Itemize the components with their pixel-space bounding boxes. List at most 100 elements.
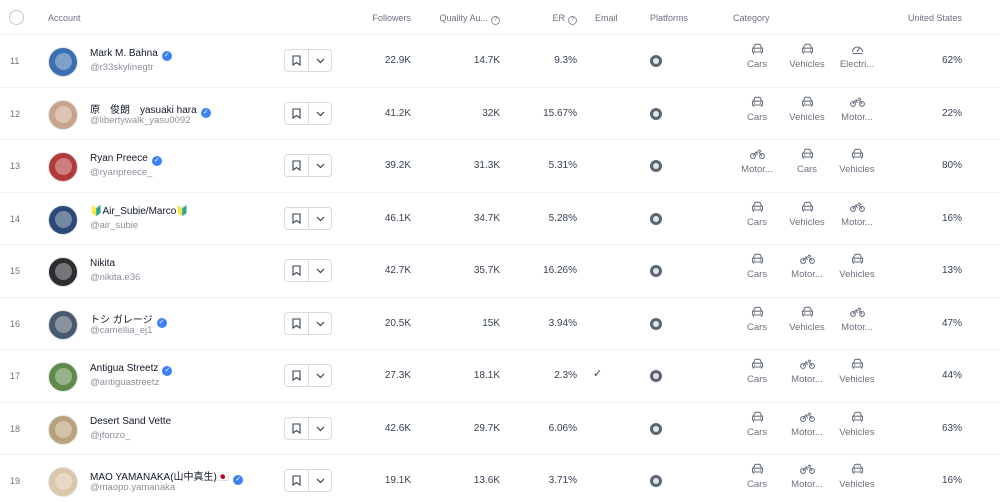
account-name[interactable]: 🔰Air_Subie/Marco🔰 (90, 206, 189, 217)
help-icon[interactable]: ? (568, 16, 577, 25)
instagram-icon[interactable] (650, 265, 662, 277)
bookmark-button[interactable] (285, 470, 309, 491)
quality-audience-value: 32K (482, 107, 500, 119)
verified-badge-icon: ✓ (233, 475, 244, 485)
list-dropdown-button[interactable] (309, 260, 332, 281)
category-tag: Cars (733, 43, 781, 70)
help-icon[interactable]: ? (491, 16, 500, 25)
table-row[interactable]: 18 Desert Sand Vette @jfonzo_ 42.6K 29.7K 6.0… (0, 403, 1000, 455)
list-dropdown-button[interactable] (309, 155, 332, 176)
table-row[interactable]: 11 Mark M. Bahna ✓ @r33skylinegtr 22.9K 14.7K… (0, 35, 1000, 88)
instagram-icon[interactable] (650, 422, 662, 435)
followers-value: 41.2K (384, 107, 411, 119)
list-dropdown-button[interactable] (309, 313, 332, 334)
bookmark-button[interactable] (285, 312, 309, 334)
instagram-icon[interactable] (650, 55, 662, 67)
account-handle[interactable]: @r33skylinegtr (90, 62, 154, 73)
account-handle[interactable]: @jfonzo_ (90, 430, 130, 441)
bookmark-button[interactable] (285, 207, 309, 229)
list-dropdown-button[interactable] (309, 50, 332, 71)
bookmark-button[interactable] (285, 417, 309, 439)
category-tag: Motor... (783, 358, 831, 385)
avatar[interactable] (48, 152, 78, 182)
category-label: Cars (746, 321, 768, 333)
list-dropdown-button[interactable] (309, 103, 332, 124)
bookmark-button[interactable] (285, 155, 309, 176)
table-row[interactable]: 12 原 俊朗 yasuaki hara ✓ @libertywalk_yasu009… (0, 88, 1000, 140)
header-category[interactable]: Category (733, 13, 770, 23)
instagram-icon[interactable] (650, 317, 662, 330)
header-country[interactable]: United States (908, 13, 962, 23)
avatar[interactable] (48, 362, 78, 392)
category-tag: Vehicles (783, 43, 831, 70)
table-row[interactable]: 13 Ryan Preece ✓ @ryanpreece_ 39.2K 31.3K 5.31… (0, 140, 1000, 193)
avatar[interactable] (48, 309, 78, 340)
instagram-icon[interactable] (650, 212, 662, 225)
list-dropdown-button[interactable] (309, 470, 332, 491)
row-index: 13 (10, 161, 21, 171)
header-platforms[interactable]: Platforms (650, 13, 688, 23)
select-all-checkbox[interactable] (9, 10, 24, 25)
account-name[interactable]: Nikita (90, 258, 115, 269)
instagram-icon[interactable] (650, 475, 662, 487)
bookmark-button[interactable] (285, 102, 309, 124)
header-quality[interactable]: Quality Au...? (439, 13, 500, 25)
motorcycle-icon (733, 148, 781, 162)
motorcycle-icon (833, 201, 881, 215)
account-handle[interactable]: @antiguastreetz (90, 377, 159, 388)
account-handle[interactable]: @nikita.e36 (90, 272, 140, 283)
motorcycle-icon (783, 411, 831, 425)
account-handle[interactable]: @camellia_ej1 (90, 325, 152, 336)
category-tag: Cars (733, 201, 781, 228)
list-dropdown-button[interactable] (309, 208, 332, 229)
row-index: 16 (10, 318, 21, 329)
car-icon (733, 463, 781, 477)
engagement-rate-value: 16.26% (543, 265, 577, 276)
table-row[interactable]: 19 MAO YAMANAKA(山中真生)🇯🇵 ✓ @maopo.yamanaka 19… (0, 455, 1000, 502)
header-account[interactable]: Account (48, 13, 81, 23)
list-dropdown-button[interactable] (309, 365, 332, 386)
account-handle[interactable]: @maopo.yamanaka (90, 482, 175, 493)
table-row[interactable]: 15 Nikita @nikita.e36 42.7K 35.7K 16.26% Cars M… (0, 245, 1000, 298)
avatar[interactable] (48, 257, 78, 287)
category-label: Motor... (791, 269, 823, 280)
followers-value: 19.1K (384, 475, 411, 486)
avatar[interactable] (48, 99, 78, 130)
avatar[interactable] (48, 47, 78, 77)
followers-value: 42.6K (384, 422, 411, 434)
header-followers[interactable]: Followers (372, 13, 411, 23)
instagram-icon[interactable] (650, 370, 662, 382)
category-label: Vehicles (839, 479, 875, 490)
category-label: Cars (746, 269, 768, 280)
category-tag: Motor... (833, 306, 881, 333)
avatar[interactable] (48, 467, 78, 497)
header-email[interactable]: Email (595, 13, 618, 23)
car-icon (783, 306, 831, 320)
car-icon (783, 43, 831, 57)
category-label: Motor... (841, 321, 873, 333)
bookmark-button[interactable] (285, 260, 309, 281)
account-name[interactable]: Ryan Preece ✓ (90, 153, 162, 166)
account-name[interactable]: Mark M. Bahna ✓ (90, 48, 172, 61)
table-row[interactable]: 14 🔰Air_Subie/Marco🔰 @air_subie 46.1K 34.7K 5… (0, 193, 1000, 245)
table-row[interactable]: 16 トシ ガレージ ✓ @camellia_ej1 20.5K 15K 3.94% Cars… (0, 298, 1000, 350)
instagram-icon[interactable] (650, 107, 662, 120)
account-name[interactable]: Antigua Streetz ✓ (90, 363, 173, 376)
account-handle[interactable]: @ryanpreece_ (90, 167, 152, 178)
bookmark-button[interactable] (285, 50, 309, 71)
bookmark-button[interactable] (285, 365, 309, 386)
account-name[interactable]: Desert Sand Vette (90, 416, 171, 427)
row-index: 19 (10, 476, 21, 486)
list-dropdown-button[interactable] (309, 418, 332, 439)
car-icon (833, 148, 881, 162)
account-handle[interactable]: @libertywalk_yasu0092 (90, 115, 190, 126)
avatar[interactable] (48, 414, 78, 445)
followers-value: 20.5K (384, 317, 411, 329)
header-er[interactable]: ER? (552, 13, 577, 25)
instagram-icon[interactable] (650, 160, 662, 172)
table-row[interactable]: 17 Antigua Streetz ✓ @antiguastreetz 27.3K 18… (0, 350, 1000, 403)
account-handle[interactable]: @air_subie (90, 220, 138, 231)
category-tag: Cars (733, 253, 781, 280)
avatar[interactable] (48, 204, 78, 235)
category-tag: Cars (733, 96, 781, 123)
